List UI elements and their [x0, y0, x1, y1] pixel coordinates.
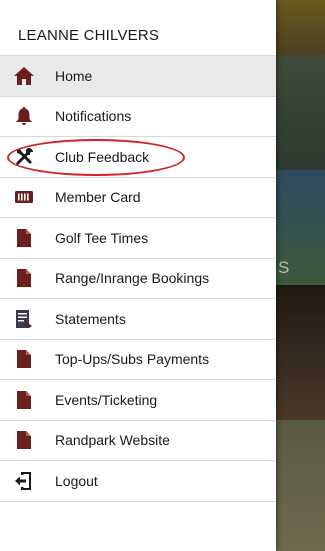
menu-item-label: Top-Ups/Subs Payments — [55, 351, 210, 368]
document-icon — [13, 389, 35, 411]
home-icon — [13, 65, 35, 87]
tools-icon — [13, 146, 35, 168]
menu-item-label: Golf Tee Times — [55, 229, 149, 246]
document-icon — [13, 267, 35, 289]
menu-item-label: Randpark Website — [55, 432, 170, 449]
menu-item-top-ups-payments[interactable]: Top-Ups/Subs Payments — [0, 340, 276, 380]
user-name: LEANNE CHILVERS — [18, 27, 160, 44]
menu-item-label: Notifications — [55, 108, 132, 125]
menu-item-label: Club Feedback — [55, 148, 150, 165]
background-tile — [276, 420, 325, 551]
menu-item-label: Statements — [55, 310, 126, 327]
statement-icon — [13, 308, 35, 330]
menu-item-label: Events/Ticketing — [55, 391, 158, 408]
menu-item-label: Home — [55, 67, 93, 84]
background-tile — [276, 285, 325, 420]
document-icon — [13, 348, 35, 370]
background-tile — [276, 55, 325, 170]
menu-item-randpark-website[interactable]: Randpark Website — [0, 421, 276, 461]
document-icon — [13, 227, 35, 249]
menu-item-notifications[interactable]: Notifications — [0, 97, 276, 137]
menu-item-member-card[interactable]: Member Card — [0, 178, 276, 218]
menu-item-statements[interactable]: Statements — [0, 299, 276, 340]
card-icon — [13, 186, 35, 208]
menu-item-home[interactable]: Home — [0, 56, 276, 97]
menu-item-golf-tee-times[interactable]: Golf Tee Times — [0, 218, 276, 259]
menu-item-label: Member Card — [55, 189, 141, 206]
document-icon — [13, 429, 35, 451]
background-text: S — [278, 258, 290, 277]
navigation-drawer: LEANNE CHILVERS Home Notifications Club … — [0, 0, 276, 551]
menu-item-club-feedback[interactable]: Club Feedback — [0, 137, 276, 178]
menu-item-logout[interactable]: Logout — [0, 461, 276, 502]
menu-item-label: Range/Inrange Bookings — [55, 270, 210, 287]
logout-icon — [13, 470, 35, 492]
menu-list: Home Notifications Club Feedback Member … — [0, 55, 276, 502]
menu-item-label: Logout — [55, 472, 98, 489]
background-tile — [276, 0, 325, 55]
bell-icon — [13, 105, 35, 127]
menu-item-range-bookings[interactable]: Range/Inrange Bookings — [0, 259, 276, 299]
menu-item-events-ticketing[interactable]: Events/Ticketing — [0, 380, 276, 421]
